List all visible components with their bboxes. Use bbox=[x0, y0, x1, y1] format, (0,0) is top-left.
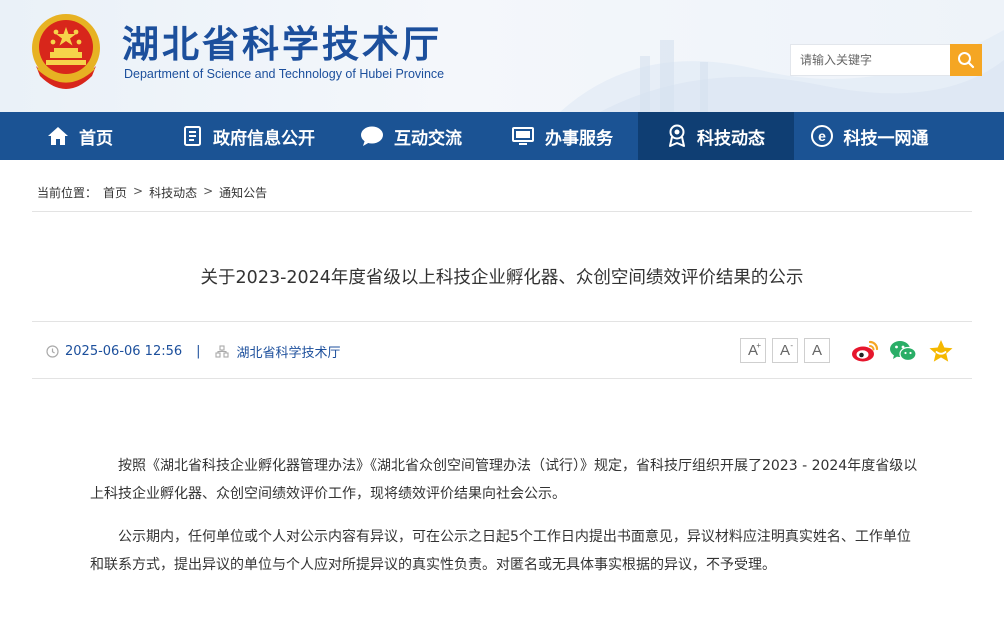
search-button[interactable] bbox=[950, 44, 982, 76]
article-paragraph: 按照《湖北省科技企业孵化器管理办法》《湖北省众创空间管理办法（试行）》规定，省科… bbox=[90, 458, 918, 502]
site-header: 湖北省科学技术厅 Department of Science and Techn… bbox=[0, 0, 1004, 112]
main-nav: 首页 政府信息公开 互动交流 办事服务 科技动态 e 科技一网通 bbox=[0, 112, 1004, 160]
wechat-icon bbox=[890, 341, 917, 362]
font-size-increase-button[interactable]: A + bbox=[740, 338, 766, 363]
share-buttons bbox=[850, 338, 964, 364]
breadcrumb-link-home[interactable]: 首页 bbox=[103, 184, 127, 201]
weibo-icon bbox=[852, 340, 879, 362]
nav-item-tech-one-network[interactable]: e 科技一网通 bbox=[794, 112, 944, 160]
award-icon bbox=[669, 124, 685, 147]
font-size-default-button[interactable]: A bbox=[804, 338, 830, 363]
nav-item-label: 首页 bbox=[79, 128, 113, 149]
home-icon bbox=[48, 127, 68, 145]
nav-item-interaction[interactable]: 互动交流 bbox=[336, 112, 486, 160]
national-emblem-icon bbox=[32, 14, 100, 89]
nav-item-gov-info[interactable]: 政府信息公开 bbox=[160, 112, 336, 160]
font-size-label: A bbox=[779, 342, 790, 359]
network-e-icon: e bbox=[810, 125, 833, 147]
article-meta-info: 2025-06-06 12:56 | 湖北省科学技术厅 bbox=[46, 342, 341, 361]
breadcrumb-link-tech-news[interactable]: 科技动态 bbox=[149, 184, 197, 201]
font-plus-sign: + bbox=[756, 341, 761, 350]
search-input[interactable] bbox=[790, 44, 950, 76]
favorite-button[interactable] bbox=[926, 338, 956, 364]
font-size-controls: A + A- A bbox=[740, 338, 836, 363]
chat-bubble-icon bbox=[361, 126, 383, 146]
nav-item-label: 科技动态 bbox=[697, 128, 765, 149]
share-weibo-button[interactable] bbox=[850, 338, 880, 364]
font-size-label: A bbox=[811, 342, 822, 359]
breadcrumb-separator: > bbox=[133, 184, 144, 198]
article-source: 湖北省科学技术厅 bbox=[236, 346, 341, 361]
svg-text:e: e bbox=[818, 128, 826, 144]
breadcrumb-prefix: 当前位置： bbox=[37, 186, 98, 200]
nav-item-tech-news[interactable]: 科技动态 bbox=[638, 112, 794, 160]
breadcrumb: 当前位置： 首页 > 科技动态 > 通知公告 bbox=[32, 184, 972, 212]
document-icon bbox=[184, 126, 201, 146]
nav-item-services[interactable]: 办事服务 bbox=[486, 112, 638, 160]
search-icon bbox=[958, 52, 975, 69]
nav-item-label: 政府信息公开 bbox=[213, 128, 315, 149]
star-icon bbox=[929, 340, 953, 362]
font-minus-sign: - bbox=[790, 341, 793, 350]
nav-item-label: 科技一网通 bbox=[843, 128, 929, 149]
nav-item-label: 办事服务 bbox=[545, 128, 613, 149]
organization-icon bbox=[214, 345, 229, 358]
site-subtitle: Department of Science and Technology of … bbox=[124, 67, 445, 81]
nav-item-label: 互动交流 bbox=[394, 128, 462, 149]
breadcrumb-link-notices[interactable]: 通知公告 bbox=[219, 184, 267, 201]
font-size-decrease-button[interactable]: A- bbox=[772, 338, 798, 363]
monitor-icon bbox=[512, 127, 534, 145]
article-date: 2025-06-06 12:56 bbox=[65, 344, 183, 359]
share-wechat-button[interactable] bbox=[888, 338, 918, 364]
article-paragraph: 公示期内，任何单位或个人对公示内容有异议，可在公示之日起5个工作日内提出书面意见… bbox=[90, 529, 911, 573]
clock-icon bbox=[46, 345, 59, 358]
article-meta: 2025-06-06 12:56 | 湖北省科学技术厅 A + A- A bbox=[32, 321, 972, 379]
breadcrumb-separator: > bbox=[203, 184, 214, 198]
article-content: 按照《湖北省科技企业孵化器管理办法》《湖北省众创空间管理办法（试行）》规定，省科… bbox=[90, 452, 918, 594]
search-box bbox=[790, 44, 982, 76]
article-title: 关于2023-2024年度省级以上科技企业孵化器、众创空间绩效评价结果的公示 bbox=[200, 268, 804, 288]
site-title: 湖北省科学技术厅 bbox=[122, 22, 442, 66]
meta-divider: | bbox=[196, 344, 201, 359]
nav-item-home[interactable]: 首页 bbox=[0, 112, 160, 160]
